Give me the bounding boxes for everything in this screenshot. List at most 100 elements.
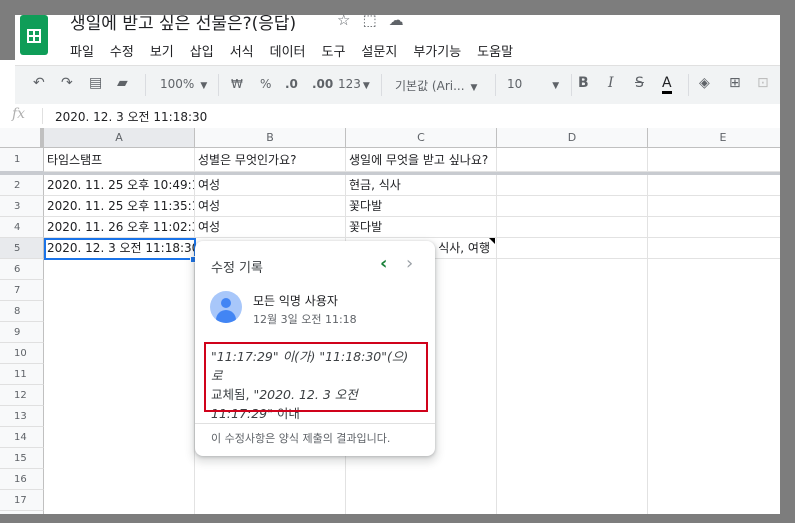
cell-b3[interactable]: 여성 [195, 196, 346, 217]
empty-column-d[interactable] [497, 259, 648, 514]
cell-a2[interactable]: 2020. 11. 25 오후 10:49:1 [44, 175, 195, 196]
cell-a4[interactable]: 2020. 11. 26 오후 11:02:3 [44, 217, 195, 238]
cell-e2[interactable] [648, 175, 780, 196]
column-header-b[interactable]: B [195, 128, 346, 148]
redo-icon[interactable]: ↷ [61, 75, 73, 91]
cell-d3[interactable] [497, 196, 648, 217]
anonymous-user-avatar [210, 291, 242, 323]
column-header-a[interactable]: A [44, 128, 195, 148]
strikethrough-button[interactable]: S [635, 75, 644, 91]
cell-b2[interactable]: 여성 [195, 175, 346, 196]
edit-history-indicator[interactable] [489, 238, 495, 244]
italic-button[interactable]: I [608, 75, 614, 91]
cell-c2[interactable]: 현금, 식사 [346, 175, 497, 196]
edit-source-note: 이 수정사항은 양식 제출의 결과입니다. [211, 432, 391, 445]
row-header[interactable]: 3 [0, 196, 44, 217]
undo-icon[interactable]: ↶ [33, 75, 45, 91]
menu-format[interactable]: 서식 [230, 41, 254, 60]
empty-column-a[interactable] [44, 259, 195, 514]
cell-a1[interactable]: 타임스탬프 [44, 148, 195, 172]
row-header[interactable]: 10 [0, 343, 44, 364]
sheets-logo-icon[interactable] [20, 15, 48, 55]
cell-c1[interactable]: 생일에 무엇을 받고 싶나요? [346, 148, 497, 172]
row-header[interactable]: 11 [0, 364, 44, 385]
app-header: 생일에 받고 싶은 선물은?(응답) ☆ ⬚ ☁ 파일 수정 보기 삽입 서식 … [15, 11, 780, 65]
cell-e4[interactable] [648, 217, 780, 238]
edit-history-popup: 수정 기록 ‹ › 모든 익명 사용자 12월 3일 오전 11:18 "11:… [195, 241, 435, 456]
screen-border-left [0, 0, 15, 60]
cell-d1[interactable] [497, 148, 648, 172]
menu-tools[interactable]: 도구 [322, 41, 346, 60]
font-size-select[interactable]: 10 ▼ [507, 77, 559, 91]
row-header[interactable]: 2 [0, 175, 44, 196]
move-folder-icon[interactable]: ⬚ [362, 11, 376, 29]
increase-decimal-button[interactable]: .00 [312, 77, 333, 91]
row-header[interactable]: 4 [0, 217, 44, 238]
currency-format-button[interactable]: ₩ [231, 77, 243, 91]
zoom-select[interactable]: 100% ▼ [160, 77, 207, 91]
decrease-decimal-button[interactable]: .0 [285, 77, 298, 91]
merge-cells-icon[interactable]: ⊡ [757, 75, 769, 91]
menu-form[interactable]: 설문지 [361, 41, 397, 60]
cell-e1[interactable] [648, 148, 780, 172]
edit-history-title: 수정 기록 [211, 261, 263, 276]
cell-c4[interactable]: 꽃다발 [346, 217, 497, 238]
toolbar: ↶ ↷ ▤ ▰ 100% ▼ ₩ % .0 .00 123 ▼ 기본값 (Ari..… [15, 65, 780, 105]
text-color-button[interactable]: A [662, 75, 672, 94]
cell-b1[interactable]: 성별은 무엇인가요? [195, 148, 346, 172]
menu-help[interactable]: 도움말 [477, 41, 513, 60]
row-header[interactable]: 15 [0, 448, 44, 469]
fill-color-icon[interactable]: ◈ [699, 75, 710, 91]
row-header[interactable]: 6 [0, 259, 44, 280]
cell-e5[interactable] [648, 238, 780, 259]
cell-a3[interactable]: 2020. 11. 25 오후 11:35:1 [44, 196, 195, 217]
edit-timestamp: 12월 3일 오전 11:18 [253, 313, 357, 326]
borders-icon[interactable]: ⊞ [729, 75, 741, 91]
paint-format-icon[interactable]: ▰ [117, 75, 128, 91]
star-icon[interactable]: ☆ [337, 11, 350, 29]
next-edit-chevron-icon[interactable]: › [406, 253, 413, 274]
row-header[interactable]: 17 [0, 490, 44, 511]
row-header[interactable]: 12 [0, 385, 44, 406]
screen-border-bottom [0, 514, 795, 523]
cell-e3[interactable] [648, 196, 780, 217]
row-header[interactable]: 1 [0, 148, 44, 172]
column-header-e[interactable]: E [648, 128, 780, 148]
empty-column-e[interactable] [648, 259, 780, 514]
bold-button[interactable]: B [578, 75, 589, 91]
column-header-c[interactable]: C [346, 128, 497, 148]
column-header-d[interactable]: D [497, 128, 648, 148]
cell-b4[interactable]: 여성 [195, 217, 346, 238]
row-header[interactable]: 16 [0, 469, 44, 490]
percent-format-button[interactable]: % [260, 77, 271, 91]
row-header[interactable]: 14 [0, 427, 44, 448]
font-select[interactable]: 기본값 (Ari... ▼ [395, 77, 477, 94]
formula-input[interactable]: 2020. 12. 3 오전 11:18:30 [55, 108, 207, 125]
menu-insert[interactable]: 삽입 [190, 41, 214, 60]
select-all-corner[interactable] [0, 128, 44, 148]
cell-d5[interactable] [497, 238, 648, 259]
menu-data[interactable]: 데이터 [270, 41, 306, 60]
menu-addons[interactable]: 부가기능 [413, 41, 461, 60]
previous-edit-chevron-icon[interactable]: ‹ [380, 253, 387, 274]
menu-view[interactable]: 보기 [150, 41, 174, 60]
row-header[interactable]: 9 [0, 322, 44, 343]
row-header[interactable]: 5 [0, 238, 44, 259]
row-header[interactable]: 7 [0, 280, 44, 301]
cloud-status-icon[interactable]: ☁ [389, 11, 404, 29]
menu-file[interactable]: 파일 [70, 41, 94, 60]
row-header[interactable]: 18 [0, 511, 44, 514]
print-icon[interactable]: ▤ [89, 75, 102, 91]
document-title[interactable]: 생일에 받고 싶은 선물은?(응답) [70, 9, 296, 34]
cell-c3[interactable]: 꽃다발 [346, 196, 497, 217]
number-format-select[interactable]: 123 ▼ [338, 77, 370, 91]
screen-border-right [780, 0, 795, 523]
row-header[interactable]: 8 [0, 301, 44, 322]
row-header[interactable]: 13 [0, 406, 44, 427]
cell-d2[interactable] [497, 175, 648, 196]
menu-edit[interactable]: 수정 [110, 41, 134, 60]
fx-icon: fx [12, 106, 26, 122]
menu-bar: 파일 수정 보기 삽입 서식 데이터 도구 설문지 부가기능 도움말 [70, 41, 513, 60]
active-cell-selection [44, 238, 196, 260]
cell-d4[interactable] [497, 217, 648, 238]
